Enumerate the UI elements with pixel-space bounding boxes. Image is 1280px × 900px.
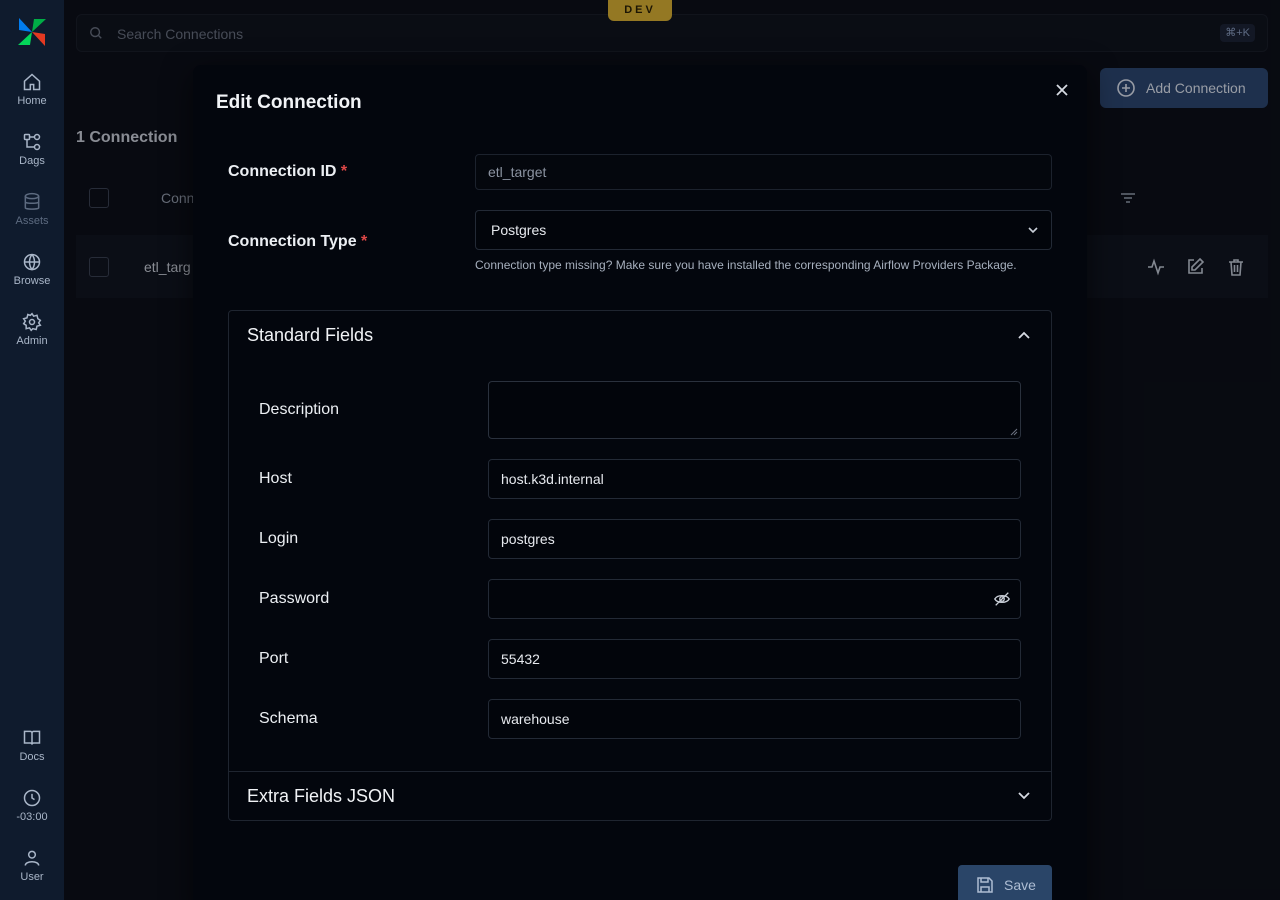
section-divider: [229, 771, 1051, 772]
sidebar-item-admin[interactable]: Admin: [0, 312, 64, 364]
sidebar-item-browse[interactable]: Browse: [0, 252, 64, 304]
description-field[interactable]: [488, 381, 1021, 439]
host-label: Host: [259, 470, 292, 487]
port-field[interactable]: 55432: [488, 639, 1021, 679]
sidebar-item-label: Assets: [15, 215, 49, 227]
port-label: Port: [259, 650, 289, 667]
home-icon: [23, 73, 41, 91]
assets-icon: [24, 192, 40, 210]
sidebar-item-docs[interactable]: Docs: [0, 728, 64, 780]
edit-connection-dialog: Edit Connection Connection ID * etl_targ…: [193, 65, 1087, 900]
chevron-down-icon[interactable]: [1017, 789, 1031, 803]
sidebar-item-label: -03:00: [16, 811, 48, 823]
required-marker: *: [340, 163, 348, 180]
eye-off-icon[interactable]: [993, 590, 1011, 608]
sidebar-item-label: Admin: [16, 335, 48, 347]
sidebar-item-user[interactable]: User: [0, 848, 64, 900]
host-field[interactable]: host.k3d.internal: [488, 459, 1021, 499]
clock-icon: [23, 789, 41, 807]
dags-icon: [23, 133, 41, 151]
save-label: Save: [1004, 877, 1036, 893]
sidebar-item-home[interactable]: Home: [0, 72, 64, 124]
sidebar-item-label: Browse: [13, 275, 51, 287]
gear-icon: [22, 312, 42, 332]
schema-label: Schema: [259, 710, 318, 727]
password-field[interactable]: [488, 579, 1021, 619]
schema-field[interactable]: warehouse: [488, 699, 1021, 739]
resize-handle-icon[interactable]: [1010, 428, 1018, 436]
standard-fields-section: Standard Fields Description Host host.k3…: [228, 310, 1052, 821]
login-field[interactable]: postgres: [488, 519, 1021, 559]
globe-icon: [23, 253, 41, 271]
sidebar-item-label: Home: [17, 95, 47, 107]
login-label: Login: [259, 530, 299, 547]
airflow-logo-icon[interactable]: [16, 16, 48, 48]
connection-type-label: Connection Type *: [228, 233, 368, 250]
connection-type-hint: Connection type missing? Make sure you h…: [475, 258, 1017, 272]
close-icon[interactable]: [1054, 82, 1070, 98]
connection-id-label: Connection ID *: [228, 163, 348, 180]
standard-fields-toggle[interactable]: Standard Fields: [247, 325, 373, 346]
book-icon: [23, 730, 41, 745]
save-button[interactable]: Save: [958, 865, 1052, 900]
chevron-up-icon[interactable]: [1017, 328, 1031, 342]
connection-id-field[interactable]: etl_target: [475, 154, 1052, 190]
required-marker: *: [361, 233, 368, 250]
dialog-title: Edit Connection: [216, 92, 362, 113]
extra-fields-toggle[interactable]: Extra Fields JSON: [247, 786, 395, 807]
password-label: Password: [259, 590, 330, 607]
connection-type-select[interactable]: Postgres: [475, 210, 1052, 250]
user-icon: [24, 850, 40, 866]
save-icon: [977, 877, 993, 893]
sidebar-item-assets[interactable]: Assets: [0, 192, 64, 244]
description-label: Description: [259, 401, 340, 418]
sidebar-item-label: Dags: [19, 155, 45, 167]
sidebar-item-label: Docs: [19, 751, 45, 763]
sidebar-item-label: User: [20, 871, 44, 883]
sidebar: Home Dags Assets Browse Admin Docs -03:0…: [0, 0, 64, 900]
sidebar-item-dags[interactable]: Dags: [0, 132, 64, 184]
sidebar-item-timezone[interactable]: -03:00: [0, 788, 64, 840]
chevron-down-icon: [1028, 227, 1038, 234]
